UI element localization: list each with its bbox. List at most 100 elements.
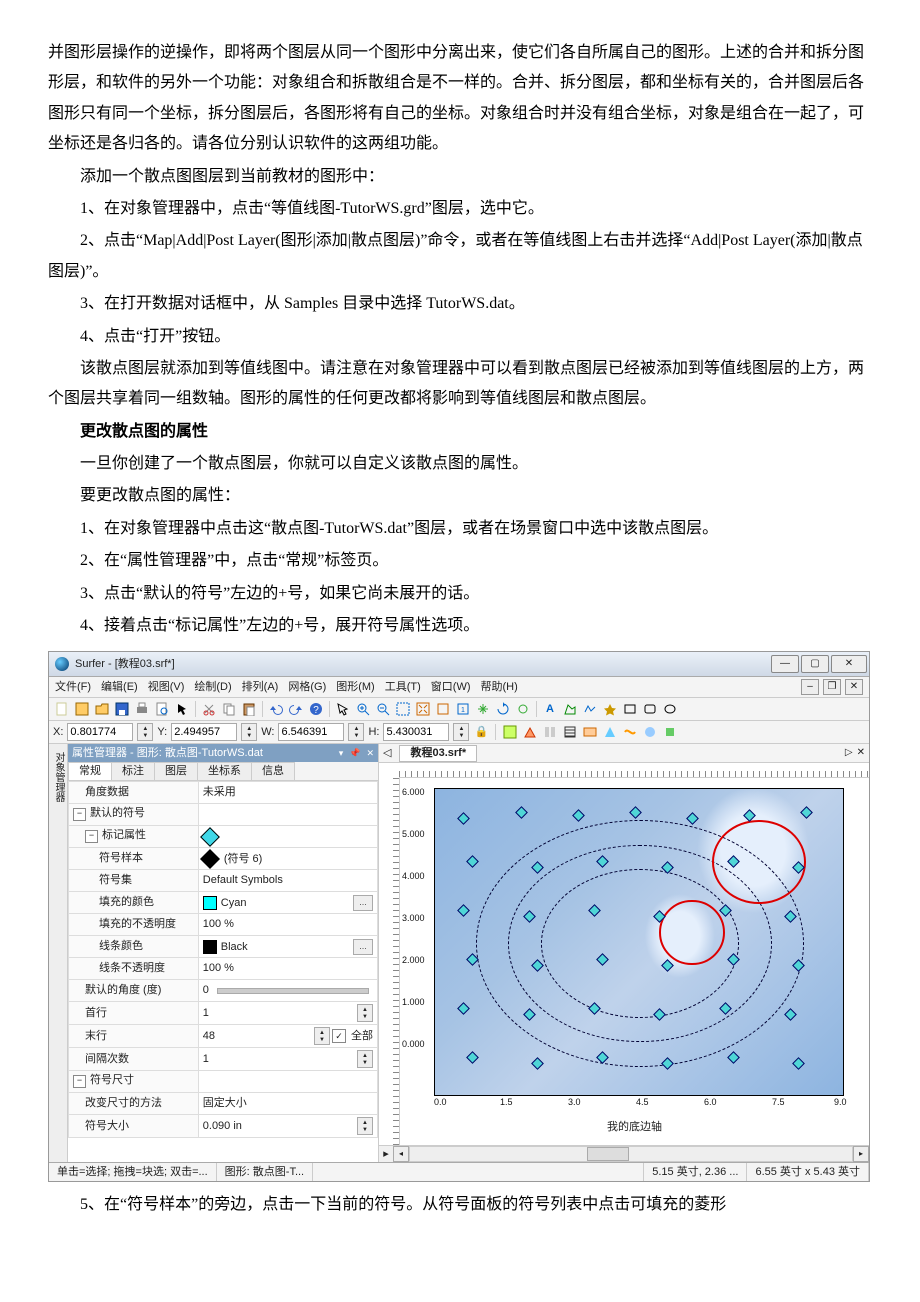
scroll-left-button[interactable]: ◂ [393, 1146, 409, 1162]
ruler-vertical[interactable] [379, 778, 400, 1145]
prop-val[interactable]: (符号 6) [198, 848, 377, 870]
undo-icon[interactable] [267, 700, 285, 718]
polygon-icon[interactable] [561, 700, 579, 718]
hscrollbar[interactable]: ▸ ◂ ▸ [379, 1145, 869, 1162]
cut-icon[interactable] [200, 700, 218, 718]
tab-layer[interactable]: 图层 [154, 762, 198, 780]
doc-tab[interactable]: 教程03.srf* [399, 745, 477, 762]
save-icon[interactable] [113, 700, 131, 718]
prop-val[interactable]: 0.090 in▲▼ [198, 1115, 377, 1138]
refresh-icon[interactable] [514, 700, 532, 718]
nav-prev-icon[interactable]: ◁ [379, 748, 395, 759]
menu-window[interactable]: 窗口(W) [431, 682, 471, 693]
open-icon[interactable] [93, 700, 111, 718]
prop-val[interactable]: 1▲▼ [198, 1048, 377, 1071]
mdi-restore-button[interactable]: ❐ [823, 679, 841, 695]
checkbox-all[interactable]: ✓ [332, 1029, 346, 1043]
w-spinner[interactable]: ▲▼ [348, 723, 364, 741]
pointer-icon[interactable] [173, 700, 191, 718]
zoom-rect-icon[interactable] [394, 700, 412, 718]
mdi-minimize-button[interactable]: – [801, 679, 819, 695]
expander-icon[interactable]: − [85, 830, 98, 843]
more-button[interactable]: … [353, 939, 373, 955]
tab-close-icon[interactable]: ✕ [857, 748, 865, 758]
polyline-icon[interactable] [581, 700, 599, 718]
redraw-icon[interactable] [494, 700, 512, 718]
panel-pin-icon[interactable]: ▾ [339, 749, 344, 758]
new-plot-icon[interactable] [73, 700, 91, 718]
prop-val[interactable] [198, 826, 377, 848]
scroll-thumb[interactable] [587, 1147, 629, 1161]
menu-arrange[interactable]: 排列(A) [242, 682, 279, 693]
rect-icon[interactable] [621, 700, 639, 718]
zoom-out-icon[interactable] [374, 700, 392, 718]
text-icon[interactable]: A [541, 700, 559, 718]
prop-val[interactable]: 100 % [198, 958, 377, 980]
menu-edit[interactable]: 编辑(E) [101, 682, 138, 693]
zoom-actual-icon[interactable]: 1 [454, 700, 472, 718]
panel-pin2-icon[interactable]: 📌 [349, 749, 360, 758]
ellipse-icon[interactable] [661, 700, 679, 718]
zoom-sel-icon[interactable] [434, 700, 452, 718]
prop-val[interactable]: 100 % [198, 914, 377, 936]
tab-general[interactable]: 常规 [68, 762, 112, 780]
nav-next-icon[interactable]: ▷ [845, 748, 853, 758]
zoom-fit-icon[interactable] [414, 700, 432, 718]
y-spinner[interactable]: ▲▼ [241, 723, 257, 741]
tab-label[interactable]: 标注 [111, 762, 155, 780]
scroll-right-button[interactable]: ▸ [853, 1146, 869, 1162]
close-button[interactable]: ✕ [831, 655, 867, 673]
tb9-icon[interactable] [662, 724, 678, 740]
tb2-icon[interactable] [522, 724, 538, 740]
prop-val[interactable]: Black… [198, 936, 377, 958]
menu-view[interactable]: 视图(V) [148, 682, 185, 693]
titlebar[interactable]: Surfer - [教程03.srf*] — ▢ ✕ [49, 652, 869, 677]
w-input[interactable] [278, 723, 344, 741]
prop-val[interactable]: 1▲▼ [198, 1002, 377, 1025]
symbol-icon[interactable] [601, 700, 619, 718]
lock-icon[interactable]: 🔒 [473, 724, 489, 740]
menu-tools[interactable]: 工具(T) [385, 682, 421, 693]
prop-val[interactable]: 48▲▼✓全部 [198, 1025, 377, 1048]
plot-area[interactable] [434, 788, 844, 1096]
minimize-button[interactable]: — [771, 655, 799, 673]
new-icon[interactable] [53, 700, 71, 718]
menu-grid[interactable]: 网格(G) [288, 682, 326, 693]
tab-coord[interactable]: 坐标系 [197, 762, 252, 780]
tab-indicator-icon[interactable]: ▸ [379, 1149, 393, 1160]
spinner[interactable]: ▲▼ [357, 1004, 373, 1022]
tb3-icon[interactable] [542, 724, 558, 740]
tb8-icon[interactable] [642, 724, 658, 740]
expander-icon[interactable]: − [73, 1075, 86, 1088]
mdi-close-button[interactable]: ✕ [845, 679, 863, 695]
paste-icon[interactable] [240, 700, 258, 718]
select-icon[interactable] [334, 700, 352, 718]
tb6-icon[interactable] [602, 724, 618, 740]
spinner[interactable]: ▲▼ [357, 1050, 373, 1068]
panel-close-icon[interactable]: ✕ [366, 749, 374, 758]
copy-icon[interactable] [220, 700, 238, 718]
more-button[interactable]: … [353, 895, 373, 911]
roundrect-icon[interactable] [641, 700, 659, 718]
pan-icon[interactable] [474, 700, 492, 718]
x-input[interactable] [67, 723, 133, 741]
prop-val[interactable]: Cyan… [198, 892, 377, 914]
spinner[interactable]: ▲▼ [357, 1117, 373, 1135]
side-tab-object-manager[interactable]: 对象管理器 [49, 744, 68, 1162]
menu-draw[interactable]: 绘制(D) [194, 682, 231, 693]
tb7-icon[interactable] [622, 724, 638, 740]
tb4-icon[interactable] [562, 724, 578, 740]
tb5-icon[interactable] [582, 724, 598, 740]
prop-val[interactable]: 未采用 [198, 782, 377, 804]
menu-help[interactable]: 帮助(H) [481, 682, 518, 693]
expander-icon[interactable]: − [73, 808, 86, 821]
redo-icon[interactable] [287, 700, 305, 718]
spinner[interactable]: ▲▼ [314, 1027, 330, 1045]
prop-val[interactable]: Default Symbols [198, 870, 377, 892]
panel-title[interactable]: 属性管理器 - 图形: 散点图-TutorWS.dat ▾📌✕ [68, 744, 378, 762]
help-icon[interactable]: ? [307, 700, 325, 718]
ruler-horizontal[interactable] [399, 763, 869, 778]
zoom-in-icon[interactable] [354, 700, 372, 718]
print-icon[interactable] [133, 700, 151, 718]
tb1-icon[interactable] [502, 724, 518, 740]
